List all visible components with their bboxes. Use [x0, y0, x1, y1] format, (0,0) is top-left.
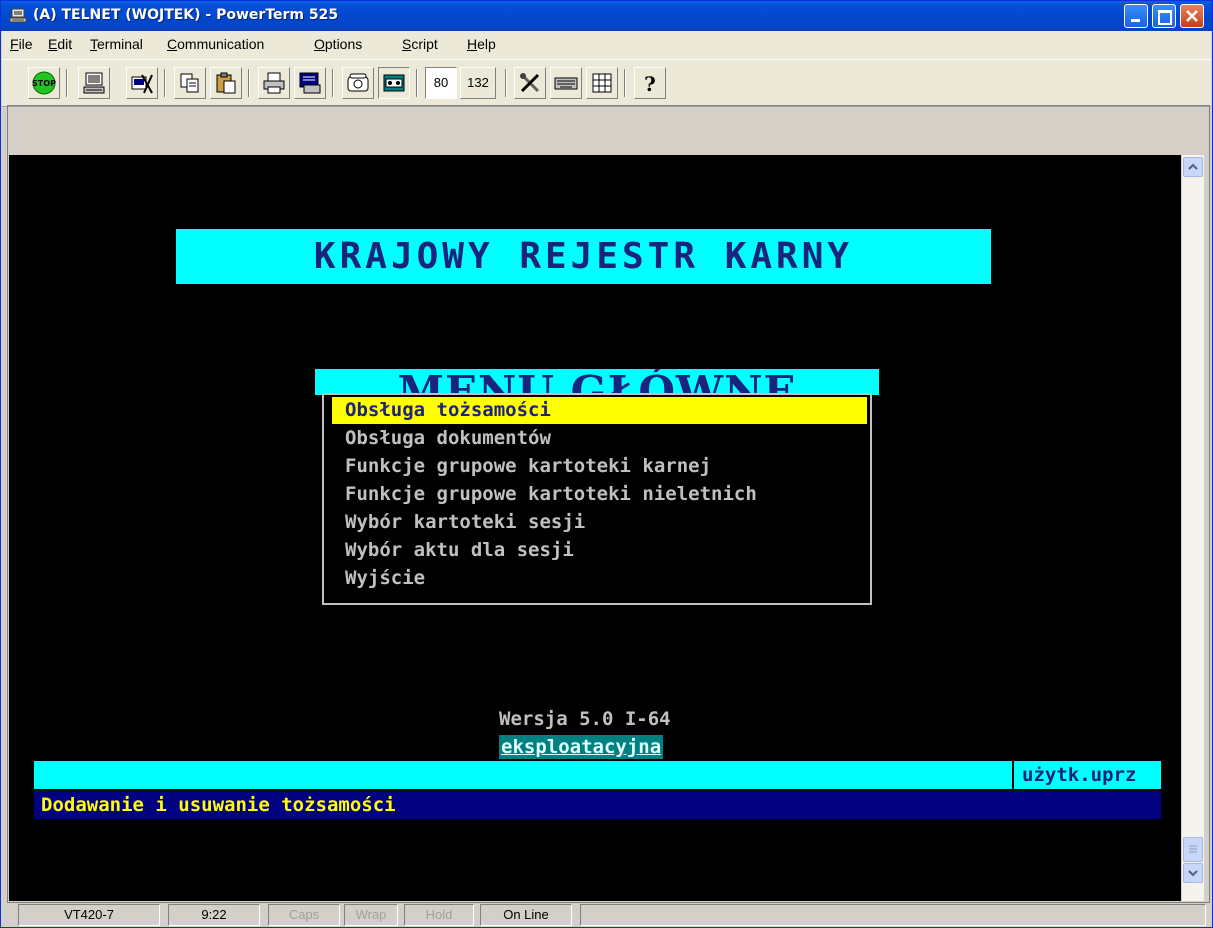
- connection-indicator: On Line: [480, 904, 572, 926]
- chevron-up-icon: [1188, 163, 1198, 170]
- title-bar[interactable]: (A) TELNET (WOJTEK) - PowerTerm 525: [1, 1, 1212, 31]
- terminal-icon: [83, 72, 105, 94]
- tools-icon: [520, 73, 540, 93]
- toolbar-separator: [66, 69, 68, 97]
- help-icon: ?: [644, 72, 656, 95]
- build-type-label: eksploatacyjna: [499, 735, 664, 759]
- status-bar: VT420-7 9:22 Caps Wrap Hold On Line: [2, 903, 1211, 927]
- minimize-button[interactable]: [1124, 4, 1148, 28]
- paste-button[interactable]: [210, 67, 242, 99]
- columns-132-button[interactable]: 132: [460, 67, 496, 99]
- scroll-up-button[interactable]: [1183, 157, 1203, 177]
- caps-indicator: Caps: [268, 904, 340, 926]
- main-menu-title: MENU GŁÓWNE: [397, 369, 797, 396]
- help-button[interactable]: ?: [634, 67, 666, 99]
- paste-icon: [216, 72, 236, 94]
- toolbar-separator: [416, 69, 418, 97]
- terminal-type-indicator: VT420-7: [18, 904, 160, 926]
- terminal-screen[interactable]: KRAJOWY REJESTR KARNY MENU GŁÓWNE Obsług…: [9, 155, 1181, 901]
- menu-script[interactable]: Script: [402, 36, 438, 52]
- disconnect-icon: [131, 74, 153, 94]
- print-button[interactable]: [258, 67, 290, 99]
- menu-edit[interactable]: Edit: [48, 36, 72, 52]
- menu-help[interactable]: Help: [467, 36, 496, 52]
- user-label: użytk.uprz: [1014, 761, 1161, 789]
- dial-button[interactable]: [342, 67, 374, 99]
- keyboard-button[interactable]: [550, 67, 582, 99]
- hold-indicator: Hold: [404, 904, 474, 926]
- status-line-bar: [34, 761, 1012, 789]
- toolbar-separator: [332, 69, 334, 97]
- svg-text:?: ?: [644, 72, 656, 95]
- toolbar-separator: [624, 69, 626, 97]
- menu-option-obsluga-dokumentow[interactable]: Obsługa dokumentów: [345, 425, 865, 452]
- menu-bar: File Edit Terminal Communication Options…: [2, 31, 1211, 59]
- disconnect-button[interactable]: [126, 67, 158, 99]
- main-menu-header: MENU GŁÓWNE: [315, 369, 879, 395]
- status-message-area: [580, 904, 1206, 926]
- system-banner: KRAJOWY REJESTR KARNY: [176, 229, 991, 284]
- grip-icon: [1189, 845, 1197, 853]
- toolbar-separator: [164, 69, 166, 97]
- stop-icon: STOP: [32, 71, 56, 95]
- minimize-icon: [1131, 19, 1140, 22]
- print-screen-icon: [299, 72, 321, 94]
- menu-options[interactable]: Options: [314, 36, 362, 52]
- menu-option-funkcje-kartoteki-karnej[interactable]: Funkcje grupowe kartoteki karnej: [345, 453, 865, 480]
- cassette-icon: [383, 74, 405, 92]
- record-button[interactable]: [378, 67, 410, 99]
- maximize-icon: [1158, 10, 1172, 25]
- close-button[interactable]: [1180, 4, 1204, 28]
- system-title: KRAJOWY REJESTR KARNY: [313, 236, 854, 277]
- wrap-indicator: Wrap: [344, 904, 398, 926]
- toolbar-separator: [248, 69, 250, 97]
- app-icon: [9, 8, 27, 23]
- copy-icon: [180, 73, 199, 93]
- stop-button[interactable]: STOP: [28, 67, 60, 99]
- scroll-down-button[interactable]: [1183, 863, 1203, 883]
- menu-file[interactable]: File: [10, 36, 33, 52]
- menu-option-funkcje-kartoteki-nieletnich[interactable]: Funkcje grupowe kartoteki nieletnich: [345, 481, 865, 508]
- grid-icon: [592, 73, 612, 93]
- main-menu: Obsługa tożsamości Obsługa dokumentów Fu…: [322, 393, 872, 605]
- grid-button[interactable]: [586, 67, 618, 99]
- close-icon: [1186, 10, 1198, 22]
- menu-option-obsluga-tozsamosci[interactable]: Obsługa tożsamości: [332, 397, 867, 424]
- version-label: Wersja 5.0 I-64: [499, 708, 671, 730]
- maximize-button[interactable]: [1152, 4, 1176, 28]
- printer-icon: [263, 72, 285, 94]
- chevron-down-icon: [1188, 870, 1198, 877]
- powerterm-window: (A) TELNET (WOJTEK) - PowerTerm 525 File…: [0, 0, 1213, 928]
- connect-button[interactable]: [78, 67, 110, 99]
- window-title: (A) TELNET (WOJTEK) - PowerTerm 525: [33, 7, 339, 23]
- copy-button[interactable]: [174, 67, 206, 99]
- toolbar-separator: [505, 69, 507, 97]
- phone-icon: [347, 73, 369, 92]
- svg-text:STOP: STOP: [32, 79, 56, 88]
- scroll-thumb[interactable]: [1183, 837, 1203, 862]
- menu-option-wybor-kartoteki-sesji[interactable]: Wybór kartoteki sesji: [345, 509, 865, 536]
- keyboard-icon: [554, 77, 578, 90]
- menu-terminal[interactable]: Terminal: [90, 36, 143, 52]
- setup-button[interactable]: [514, 67, 546, 99]
- print-screen-button[interactable]: [294, 67, 326, 99]
- menu-option-wyjscie[interactable]: Wyjście: [345, 565, 865, 592]
- columns-80-button[interactable]: 80: [425, 67, 457, 99]
- menu-communication[interactable]: Communication: [167, 36, 264, 52]
- menu-option-wybor-aktu[interactable]: Wybór aktu dla sesji: [345, 537, 865, 564]
- toolbar: STOP 80 132 ?: [2, 59, 1211, 107]
- vertical-scrollbar[interactable]: [1182, 155, 1204, 901]
- clock-indicator: 9:22: [168, 904, 260, 926]
- hint-line: Dodawanie i usuwanie tożsamości: [34, 791, 1161, 819]
